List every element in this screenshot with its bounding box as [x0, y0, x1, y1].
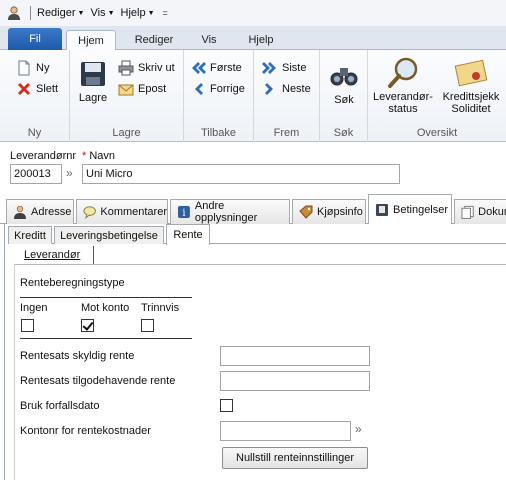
tab-vis[interactable]: Vis: [192, 30, 226, 50]
tab-adresse[interactable]: Adresse: [6, 199, 74, 224]
customize-quick-access-icon[interactable]: =: [163, 8, 168, 18]
main-tab-strip: Adresse Kommentarer i Andre opplysninger…: [0, 192, 506, 225]
last-button[interactable]: Siste: [262, 60, 306, 76]
group-label-sok: Søk: [333, 127, 354, 139]
comment-icon: [83, 206, 96, 219]
group-label-tilbake: Tilbake: [200, 127, 237, 139]
subtab-leveringsbetingelse[interactable]: Leveringsbetingelse: [54, 226, 164, 244]
tab-leverandor[interactable]: Leverandør: [18, 246, 94, 264]
delete-icon: [18, 83, 30, 95]
magnifier-icon: [388, 57, 418, 88]
account-field[interactable]: [220, 421, 351, 441]
option-ingen-checkbox[interactable]: [21, 319, 34, 332]
group-label-frem: Frem: [273, 127, 300, 139]
save-floppy-icon: [81, 62, 105, 86]
menu-vis[interactable]: Vis ▼: [90, 7, 114, 19]
tab-dokumenter[interactable]: Dokum: [454, 199, 506, 224]
subtab-kreditt[interactable]: Kreditt: [8, 226, 52, 244]
email-icon: [118, 84, 134, 96]
file-tab[interactable]: Fil: [8, 28, 62, 50]
double-chevron-right-icon: [262, 62, 276, 74]
ribbon-tab-strip: Fil Hjem Rediger Vis Hjelp: [0, 26, 506, 51]
binoculars-icon: [330, 68, 358, 86]
separator: [30, 6, 31, 20]
group-ny: Ny Slett Ny: [0, 50, 70, 142]
first-button[interactable]: Første: [190, 60, 242, 76]
option-trinnvis-checkbox[interactable]: [141, 319, 154, 332]
menu-rediger[interactable]: Rediger ▼: [37, 7, 84, 19]
group-oversikt: Leverandør- status Kredittsjekk Solidite…: [368, 50, 506, 142]
person-icon: [14, 205, 26, 219]
email-button[interactable]: Epost: [118, 81, 166, 97]
chevron-left-icon: [195, 83, 203, 95]
calc-type-top-rule: [20, 297, 192, 298]
new-button[interactable]: Ny: [16, 60, 49, 76]
group-tilbake: Første Forrige Tilbake: [184, 50, 254, 142]
new-document-icon: [18, 60, 30, 76]
use-due-date-label: Bruk forfallsdato: [20, 400, 100, 412]
save-button[interactable]: Lagre: [76, 60, 110, 104]
rate-owed-label: Rentesats skyldig rente: [20, 350, 135, 362]
ribbon: Ny Slett Ny Lagre Skriv ut Epost Lagre F…: [0, 50, 506, 142]
name-field[interactable]: Uni Micro: [82, 164, 400, 184]
lookup-chevron-icon[interactable]: »: [66, 166, 73, 180]
tab-kommentarer[interactable]: Kommentarer: [76, 199, 168, 224]
group-lagre: Lagre Skriv ut Epost Lagre: [70, 50, 184, 142]
account-lookup-chevron-icon[interactable]: »: [355, 422, 362, 436]
calc-type-bottom-rule: [20, 338, 192, 339]
tab-rediger[interactable]: Rediger: [128, 30, 180, 50]
account-label: Kontonr for rentekostnader: [20, 425, 151, 437]
option-mot-konto-checkbox[interactable]: [81, 319, 94, 332]
chevron-right-icon: [265, 83, 273, 95]
terms-book-icon: [376, 204, 388, 216]
supplier-number-field[interactable]: 200013: [10, 164, 62, 184]
tag-icon: [299, 205, 313, 219]
tab-hjem[interactable]: Hjem: [66, 30, 116, 51]
calc-type-label: Renteberegningstype: [20, 277, 125, 289]
svg-text:i: i: [182, 208, 185, 219]
certificate-icon: [454, 59, 488, 87]
reset-interest-button[interactable]: Nullstill renteinnstillinger: [222, 447, 368, 469]
caret-down-icon: ▼: [107, 9, 115, 17]
option-trinnvis-label: Trinnvis: [141, 302, 180, 314]
option-mot-konto-label: Mot konto: [81, 302, 130, 314]
printer-icon: [118, 60, 134, 76]
tab-andre-opplysninger[interactable]: i Andre opplysninger: [170, 199, 290, 224]
group-frem: Siste Neste Frem: [254, 50, 320, 142]
supplier-status-button[interactable]: Leverandør- status: [372, 56, 434, 115]
tab-kjopsinfo[interactable]: Kjøpsinfo: [292, 199, 366, 224]
user-icon[interactable]: [6, 5, 22, 21]
caret-down-icon: ▼: [147, 9, 155, 17]
group-label-lagre: Lagre: [112, 127, 141, 139]
documents-icon: [461, 205, 474, 219]
rate-owed-field[interactable]: [220, 346, 370, 366]
name-label: * Navn: [82, 150, 116, 162]
tab-betingelser[interactable]: Betingelser: [368, 194, 452, 225]
option-ingen-label: Ingen: [20, 302, 48, 314]
delete-button[interactable]: Slett: [16, 81, 58, 97]
rate-receivable-label: Rentesats tilgodehavende rente: [20, 375, 176, 387]
rate-receivable-field[interactable]: [220, 371, 370, 391]
required-mark: *: [82, 150, 87, 162]
caret-down-icon: ▼: [77, 9, 85, 17]
group-sok: Søk Søk: [320, 50, 368, 142]
credit-check-button[interactable]: Kredittsjekk Soliditet: [438, 56, 504, 115]
panel-left-border: [14, 264, 15, 480]
search-button[interactable]: Søk: [328, 60, 360, 106]
quick-access-toolbar: Rediger ▼ Vis ▼ Hjelp ▼ =: [0, 0, 506, 26]
double-chevron-left-icon: [192, 62, 206, 74]
supplier-number-label: Leverandørnr: [10, 150, 77, 162]
next-button[interactable]: Neste: [262, 81, 311, 97]
inner-tab-baseline: [14, 264, 506, 265]
group-label-ny: Ny: [27, 127, 42, 139]
print-button[interactable]: Skriv ut: [118, 60, 175, 76]
subtab-rente[interactable]: Rente: [166, 224, 210, 245]
tab-hjelp[interactable]: Hjelp: [240, 30, 282, 50]
menu-hjelp[interactable]: Hjelp ▼: [121, 7, 155, 19]
use-due-date-checkbox[interactable]: [220, 399, 233, 412]
group-label-oversikt: Oversikt: [416, 127, 458, 139]
info-icon: i: [177, 206, 190, 219]
previous-button[interactable]: Forrige: [190, 81, 245, 97]
